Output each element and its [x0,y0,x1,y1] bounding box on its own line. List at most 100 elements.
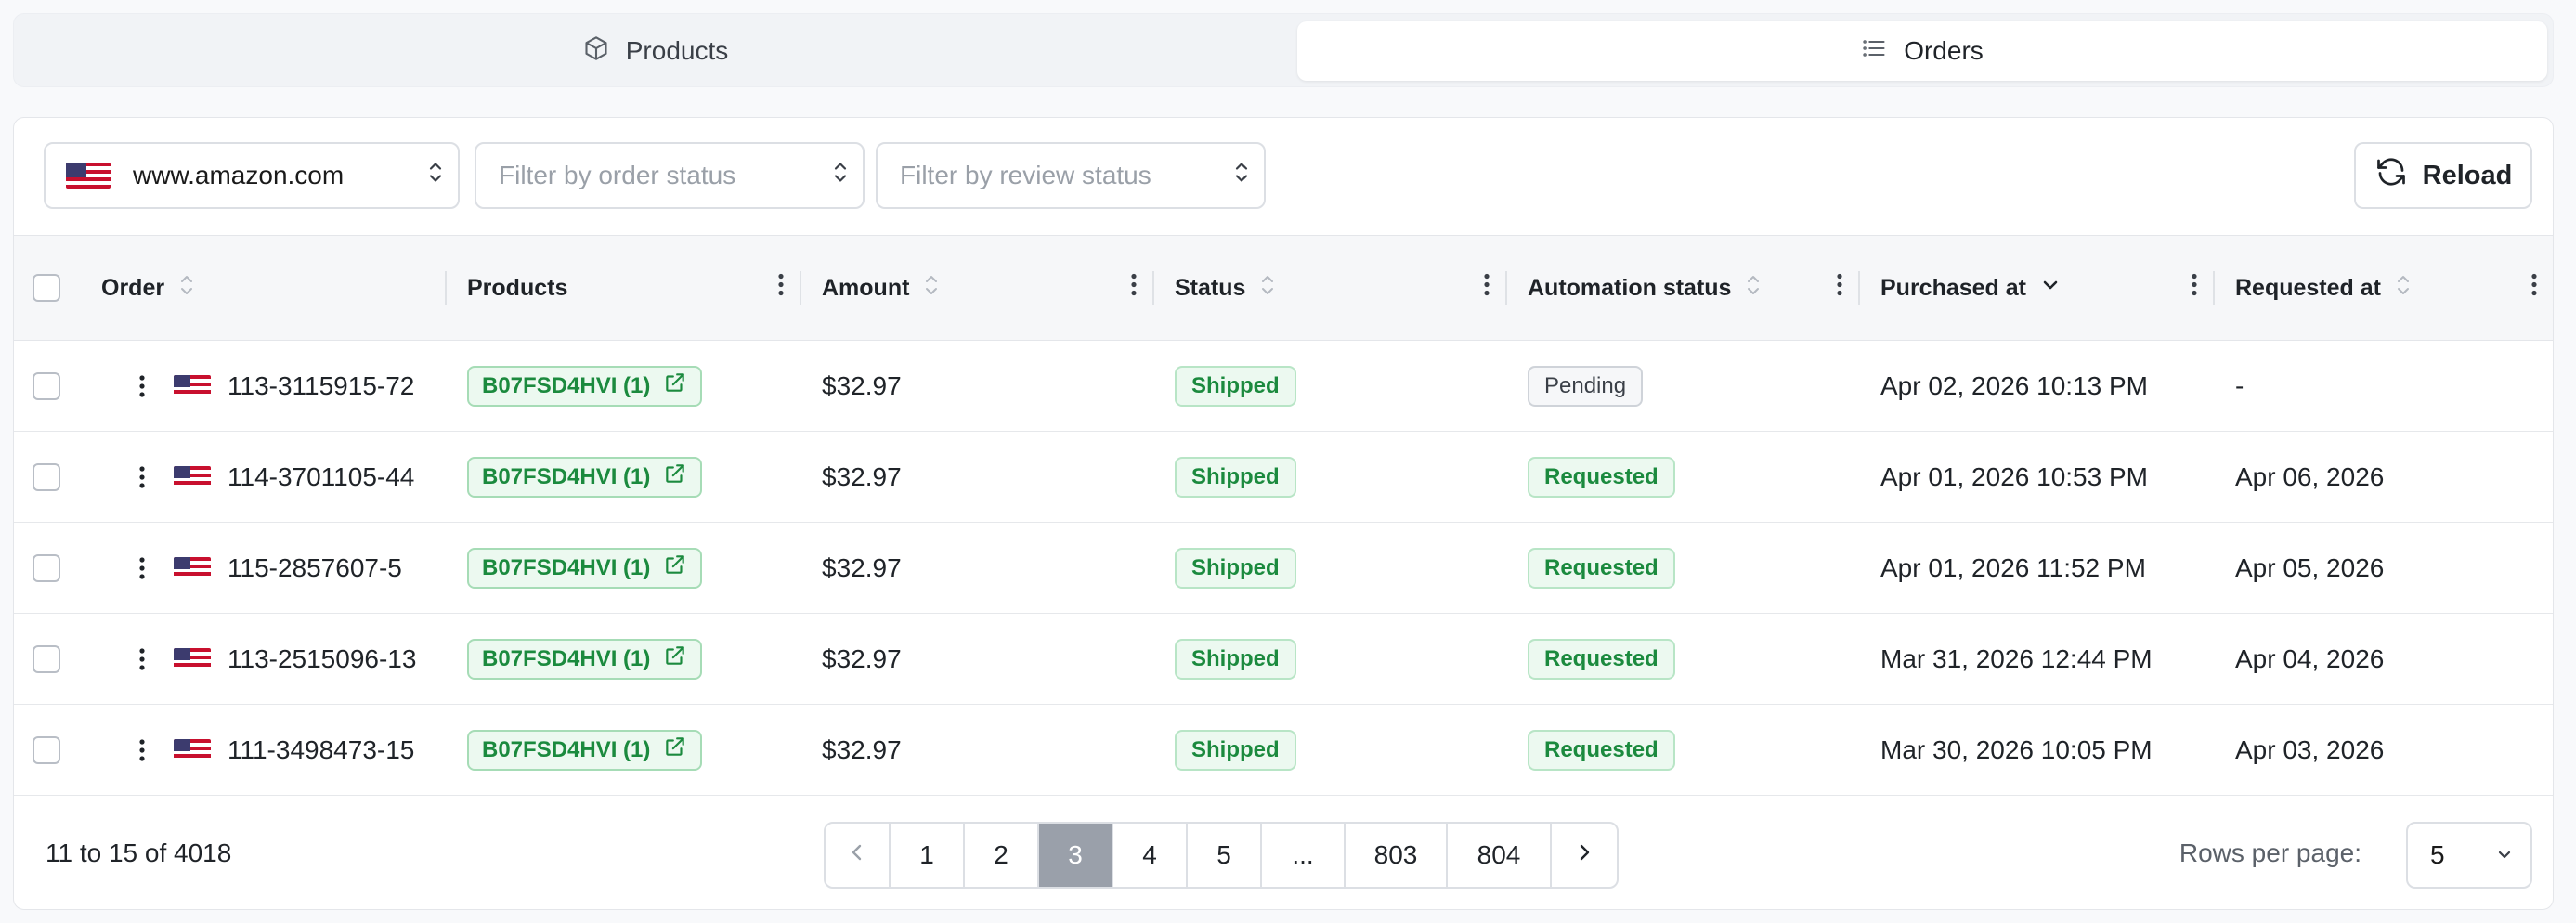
requested-at: Apr 05, 2026 [2235,552,2385,582]
table-row[interactable]: 115-2857607-5 B07FSD4HVI (1) $32.97 Shipped… [14,523,2553,614]
external-link-icon [663,370,687,401]
next-page-button[interactable] [1552,824,1617,887]
us-flag-icon [174,432,228,522]
row-checkbox[interactable] [33,735,60,764]
row-checkbox[interactable] [33,644,60,673]
col-order[interactable]: Order [101,236,447,340]
order-id[interactable]: 114-3701105-44 [228,432,432,522]
us-flag-icon [174,705,228,795]
product-link[interactable]: B07FSD4HVI (1) [467,456,703,498]
orders-card: www.amazon.com Filter by order status Fi… [13,117,2554,910]
table-row[interactable]: 113-3115915-72 B07FSD4HVI (1) $32.97 Shippe… [14,341,2553,432]
col-status[interactable]: Status [1154,236,1507,340]
automation-status-badge: Requested [1528,638,1675,680]
row-select-cell [33,705,88,795]
select-all-checkbox[interactable] [33,274,60,302]
product-cell: B07FSD4HVI (1) [454,341,788,431]
rows-per-page-label: Rows per page: [2179,838,2361,867]
automation-status-badge: Requested [1528,729,1675,771]
col-products[interactable]: Products [454,236,801,340]
tab-products[interactable]: Products [21,21,1290,81]
amount: $32.97 [822,644,902,673]
sort-icon[interactable] [924,272,939,305]
row-actions-icon[interactable] [124,341,161,431]
status-cell: Shipped [1154,341,1489,431]
page-button[interactable]: 803 [1346,824,1448,887]
requested-at: Apr 03, 2026 [2235,734,2385,764]
order-id[interactable]: 113-2515096-13 [228,614,432,704]
automation-cell: Requested [1507,523,1841,613]
sort-icon[interactable] [179,272,194,305]
external-link-icon [663,644,687,674]
table-row[interactable]: 114-3701105-44 B07FSD4HVI (1) $32.97 Shippe… [14,432,2553,523]
amount: $32.97 [822,370,902,400]
product-asin: B07FSD4HVI (1) [482,463,651,489]
page-ellipsis: ... [1262,824,1346,887]
requested-at: - [2235,370,2244,400]
table-footer: 11 to 15 of 4018 1 2 3 4 5... 803 804 Rows per… [14,796,2553,909]
row-actions-icon[interactable] [124,432,161,522]
product-link[interactable]: B07FSD4HVI (1) [467,638,703,680]
sort-icon[interactable] [1260,272,1275,305]
row-select-cell [33,614,88,704]
col-purchased-at[interactable]: Purchased at [1860,236,2215,340]
column-menu-icon[interactable] [2530,272,2538,305]
row-actions-icon[interactable] [124,705,161,795]
sort-desc-icon[interactable] [2041,272,2060,305]
page-button[interactable]: 3 [1039,824,1113,887]
row-actions-icon[interactable] [124,523,161,613]
requested-at: Apr 06, 2026 [2235,462,2385,491]
product-link[interactable]: B07FSD4HVI (1) [467,729,703,771]
purchased-at: Apr 01, 2026 10:53 PM [1880,462,2148,491]
col-order-label: Order [101,274,165,301]
status-cell: Shipped [1154,432,1489,522]
rows-per-page-select[interactable]: 5 [2406,822,2532,889]
row-select-cell [33,523,88,613]
page-button[interactable]: 4 [1113,824,1188,887]
marketplace-select[interactable]: www.amazon.com [44,142,460,209]
col-amount-label: Amount [822,274,910,301]
order-status-filter[interactable]: Filter by order status [475,142,865,209]
col-amount[interactable]: Amount [801,236,1154,340]
order-id[interactable]: 111-3498473-15 [228,705,432,795]
page-button[interactable]: 2 [965,824,1039,887]
row-checkbox[interactable] [33,553,60,582]
column-menu-icon[interactable] [777,272,785,305]
product-link[interactable]: B07FSD4HVI (1) [467,365,703,407]
order-id[interactable]: 115-2857607-5 [228,523,432,613]
sort-icon[interactable] [1746,272,1761,305]
status-badge: Shipped [1175,456,1296,498]
page-button[interactable]: 1 [891,824,965,887]
col-automation-status[interactable]: Automation status [1507,236,1860,340]
col-requested-at[interactable]: Requested at [2215,236,2553,340]
requested-at: Apr 04, 2026 [2235,644,2385,673]
status-badge: Shipped [1175,638,1296,680]
row-actions-icon[interactable] [124,614,161,704]
tab-orders-label: Orders [1904,36,1984,65]
column-menu-icon[interactable] [1483,272,1490,305]
sort-icon[interactable] [2396,272,2411,305]
page-button[interactable]: 804 [1448,824,1552,887]
product-asin: B07FSD4HVI (1) [482,645,651,671]
order-id[interactable]: 113-3115915-72 [228,341,432,431]
row-checkbox[interactable] [33,371,60,400]
column-menu-icon[interactable] [1130,272,1138,305]
column-menu-icon[interactable] [1836,272,1843,305]
reload-button[interactable]: Reload [2354,142,2532,209]
filter-toolbar: www.amazon.com Filter by order status Fi… [14,118,2553,235]
table-row[interactable]: 111-3498473-15 B07FSD4HVI (1) $32.97 Shippe… [14,705,2553,796]
marketplace-value: www.amazon.com [133,161,345,189]
table-row[interactable]: 113-2515096-13 B07FSD4HVI (1) $32.97 Shippe… [14,614,2553,705]
chevron-left-icon [848,840,866,870]
page-button[interactable]: 5 [1188,824,1262,887]
prev-page-button[interactable] [826,824,891,887]
review-status-placeholder: Filter by review status [900,161,1151,189]
column-menu-icon[interactable] [2191,272,2198,305]
product-cell: B07FSD4HVI (1) [454,432,788,522]
column-divider[interactable] [445,271,447,305]
status-cell: Shipped [1154,614,1489,704]
review-status-filter[interactable]: Filter by review status [876,142,1266,209]
product-link[interactable]: B07FSD4HVI (1) [467,547,703,589]
tab-orders[interactable]: Orders [1297,21,2547,81]
row-checkbox[interactable] [33,462,60,491]
